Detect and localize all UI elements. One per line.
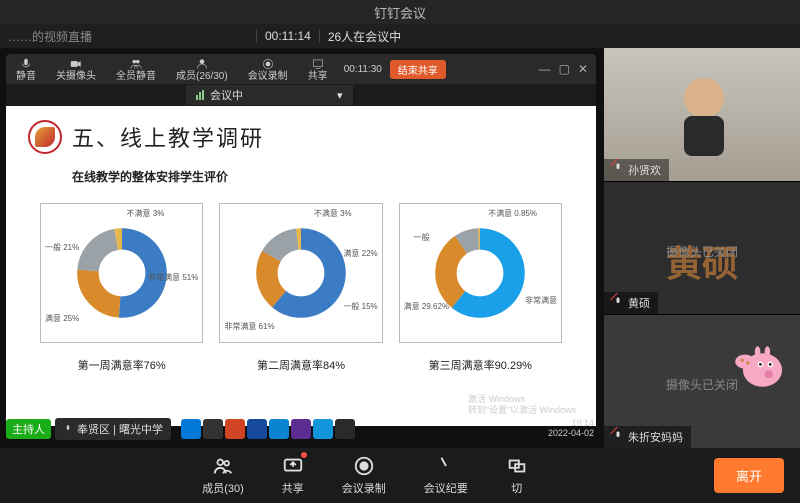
mic-muted-icon: [612, 430, 624, 445]
participant-tile[interactable]: 黄硕 摄像头已关闭 黄硕: [604, 182, 800, 315]
slide-title: 五、线上教学调研: [72, 121, 264, 153]
camera-button[interactable]: 关摄像头: [46, 57, 106, 82]
mic-icon: [19, 57, 33, 71]
floating-toolbar: 静音 关摄像头 全员静音 成员(26/30) 会议录制: [6, 54, 596, 84]
mic-muted-icon: [612, 296, 624, 311]
record-button[interactable]: 会议录制: [342, 455, 386, 496]
minutes-button[interactable]: 会议纪要: [424, 455, 468, 496]
task-icon[interactable]: [291, 419, 311, 439]
window-title: 钉钉会议: [374, 3, 426, 22]
mute-button[interactable]: 静音: [6, 57, 46, 82]
switch-button[interactable]: 切: [506, 455, 528, 496]
members-button[interactable]: 成员(30): [202, 455, 244, 496]
participants-panel: 孙贤欢 黄硕 摄像头已关闭 黄硕 摄像头已关闭: [604, 48, 800, 448]
participant-tile[interactable]: 孙贤欢: [604, 48, 800, 181]
meeting-status-pill[interactable]: 会议中 ▾: [186, 85, 353, 105]
badge-dot: [301, 452, 307, 458]
chart-week3: 非常满意 满意 29.62% 一般 不满意 0.85% 第三周满意率90.29%: [399, 203, 562, 373]
presentation-stage: 静音 关摄像头 全员静音 成员(26/30) 会议录制: [0, 48, 604, 448]
camera-off-text: 摄像头已关闭: [604, 243, 800, 260]
cartoon-avatar: [724, 335, 794, 405]
location-pill[interactable]: 奉贤区 | 曙光中学: [55, 418, 171, 440]
members-icon: [212, 455, 234, 477]
slide-subtitle: 在线教学的整体安排学生评价: [72, 168, 574, 185]
divider: [256, 29, 257, 43]
elapsed-time: 00:11:14: [265, 29, 311, 43]
switch-icon: [506, 455, 528, 477]
chart-row: 非常满意 51% 满意 25% 一般 21% 不满意 3% 第一周满意率76%: [28, 203, 574, 373]
stop-share-button[interactable]: 结束共享: [390, 60, 446, 79]
task-icon[interactable]: [203, 419, 223, 439]
close-icon[interactable]: ✕: [578, 62, 588, 76]
bars-icon: [196, 90, 206, 100]
minimize-icon[interactable]: —: [539, 62, 551, 76]
leave-button[interactable]: 离开: [714, 458, 784, 493]
chart-week2: 非常满意 61% 满意 22% 一般 15% 不满意 3% 第二周满意率84%: [219, 203, 382, 373]
task-powerpoint-icon[interactable]: [225, 419, 245, 439]
meeting-infobar: ……的视频直播 00:11:14 26人在会议中: [0, 24, 800, 48]
record-button[interactable]: 会议录制: [238, 57, 298, 82]
divider: [319, 29, 320, 43]
share-icon: [311, 57, 325, 71]
task-icon[interactable]: [313, 419, 333, 439]
record-icon: [261, 57, 275, 71]
bottom-toolbar: 成员(30) 共享 会议录制 会议纪要 切 离开: [0, 448, 800, 503]
participant-name: 朱折安妈妈: [628, 429, 683, 445]
members-button[interactable]: 成员(26/30): [166, 57, 238, 82]
meeting-subtitle: ……的视频直播: [8, 28, 248, 45]
share-button[interactable]: 共享: [282, 455, 304, 496]
windows-taskbar: [181, 419, 355, 439]
participant-name: 孙贤欢: [628, 162, 661, 178]
float-timer: 00:11:30: [344, 64, 382, 75]
chevron-down-icon: ▾: [337, 89, 343, 102]
mic-muted-icon: [612, 162, 624, 177]
task-icon[interactable]: [269, 419, 289, 439]
mute-all-button[interactable]: 全员静音: [106, 57, 166, 82]
maximize-icon[interactable]: ▢: [559, 62, 570, 76]
minutes-icon: [435, 455, 457, 477]
task-icon[interactable]: [247, 419, 267, 439]
task-icon[interactable]: [181, 419, 201, 439]
mute-all-icon: [129, 57, 143, 71]
shared-slide: 五、线上教学调研 在线教学的整体安排学生评价: [6, 106, 596, 426]
members-icon: [195, 57, 209, 71]
record-icon: [353, 455, 375, 477]
people-count: 26人在会议中: [328, 28, 401, 45]
share-screen-icon: [282, 455, 304, 477]
host-badge: 主持人: [6, 419, 51, 439]
window-titlebar: 钉钉会议: [0, 0, 800, 24]
mic-icon: [63, 424, 73, 434]
system-clock: 19:14 2022-04-02: [548, 419, 594, 439]
share-button[interactable]: 共享: [298, 57, 338, 82]
camera-icon: [69, 57, 83, 71]
participant-name: 黄硕: [628, 295, 650, 311]
chart-week1: 非常满意 51% 满意 25% 一般 21% 不满意 3% 第一周满意率76%: [40, 203, 203, 373]
stage-bottom-strip: 主持人 奉贤区 | 曙光中学 19:14 2022-04-02: [0, 410, 604, 448]
share-statusbar: 会议中 ▾: [6, 84, 596, 106]
school-logo: [28, 120, 62, 154]
participant-tile[interactable]: 摄像头已关闭 朱折安妈妈: [604, 315, 800, 448]
